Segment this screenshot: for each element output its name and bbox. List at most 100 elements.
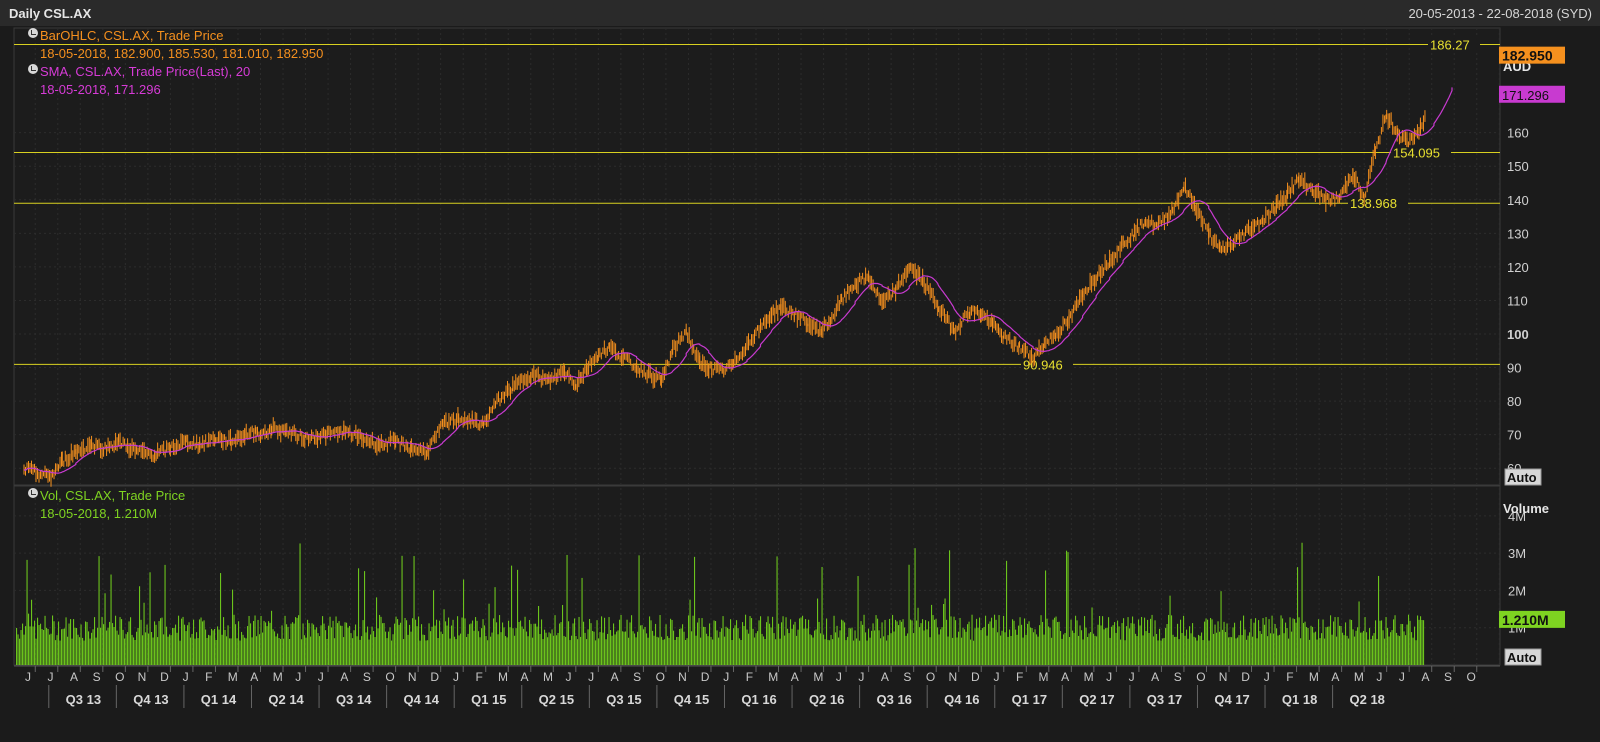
volume-bar bbox=[907, 633, 909, 665]
volume-bar bbox=[847, 636, 849, 665]
volume-bar bbox=[68, 623, 70, 665]
month-label: O bbox=[656, 670, 665, 684]
volume-bar bbox=[464, 618, 466, 665]
volume-bar bbox=[712, 639, 714, 665]
volume-bar bbox=[398, 624, 400, 665]
volume-bar bbox=[332, 620, 334, 665]
quarter-label: Q3 17 bbox=[1147, 692, 1182, 707]
chart-canvas[interactable]: 607080901001101201301401501601M2M3M4MVol… bbox=[0, 26, 1600, 742]
volume-bar bbox=[1046, 618, 1048, 665]
volume-bar bbox=[448, 617, 450, 665]
volume-bar bbox=[22, 623, 24, 665]
volume-bar bbox=[1196, 640, 1198, 665]
volume-bar bbox=[790, 619, 792, 665]
volume-bar bbox=[166, 626, 168, 665]
month-label: J bbox=[295, 670, 301, 684]
volume-bar bbox=[469, 624, 471, 665]
month-label: S bbox=[633, 670, 641, 684]
month-label: F bbox=[205, 670, 212, 684]
volume-bar bbox=[29, 626, 31, 665]
volume-bar bbox=[25, 626, 27, 665]
volume-bar bbox=[31, 599, 33, 665]
ohlc-legend-values: 18-05-2018, 182.900, 185.530, 181.010, 1… bbox=[40, 46, 324, 61]
volume-bar bbox=[565, 636, 567, 665]
volume-bar bbox=[1288, 638, 1290, 665]
quarter-label: Q1 14 bbox=[201, 692, 237, 707]
volume-bar bbox=[482, 619, 484, 665]
volume-bar bbox=[1220, 591, 1222, 665]
date-range[interactable]: 20-05-2013 - 22-08-2018 (SYD) bbox=[1408, 6, 1592, 21]
month-label: S bbox=[1444, 670, 1452, 684]
volume-bar bbox=[394, 623, 396, 665]
volume-bar bbox=[70, 619, 72, 665]
volume-bar bbox=[337, 623, 339, 665]
sma-legend-icon[interactable] bbox=[28, 64, 38, 74]
volume-bar bbox=[145, 632, 147, 665]
month-label: D bbox=[160, 670, 169, 684]
volume-bar bbox=[359, 639, 361, 665]
volume-bar bbox=[775, 639, 777, 665]
volume-bar bbox=[703, 626, 705, 665]
volume-bar bbox=[1186, 629, 1188, 665]
volume-bar bbox=[79, 637, 81, 665]
volume-bar bbox=[899, 620, 901, 665]
volume-bar bbox=[605, 639, 607, 665]
volume-bar bbox=[851, 627, 853, 665]
volume-bar bbox=[656, 636, 658, 665]
price-auto-button-label: Auto bbox=[1507, 470, 1537, 485]
volume-bar bbox=[385, 631, 387, 665]
volume-bar bbox=[1228, 637, 1230, 665]
volume-bar bbox=[1111, 626, 1113, 665]
volume-bar bbox=[503, 627, 505, 665]
vol-legend-icon[interactable] bbox=[28, 488, 38, 498]
volume-bar bbox=[532, 637, 534, 665]
volume-bar bbox=[1055, 616, 1057, 665]
volume-bar bbox=[608, 617, 610, 665]
volume-bar bbox=[577, 639, 579, 665]
volume-bar bbox=[455, 639, 457, 665]
volume-bar bbox=[925, 620, 927, 665]
volume-bar bbox=[1400, 623, 1402, 665]
volume-bar bbox=[976, 618, 978, 665]
volume-bar bbox=[190, 637, 192, 665]
volume-bar bbox=[320, 625, 322, 665]
volume-bar bbox=[751, 618, 753, 665]
volume-bar bbox=[392, 634, 394, 665]
volume-bar bbox=[133, 637, 135, 665]
volume-bar bbox=[1346, 635, 1348, 665]
volume-bar bbox=[776, 556, 778, 665]
volume-bar bbox=[155, 624, 157, 665]
volume-bar bbox=[1213, 633, 1215, 665]
volume-bar bbox=[254, 615, 256, 665]
hline-label: 90.946 bbox=[1023, 357, 1063, 372]
volume-bar bbox=[704, 626, 706, 665]
volume-bar bbox=[668, 637, 670, 665]
volume-bar bbox=[706, 633, 708, 665]
volume-bar bbox=[596, 620, 598, 665]
volume-bar bbox=[575, 636, 577, 665]
volume-bar bbox=[1061, 638, 1063, 665]
volume-bar bbox=[887, 635, 889, 665]
volume-bar bbox=[919, 627, 921, 665]
volume-bar bbox=[449, 638, 451, 665]
quarter-label: Q3 14 bbox=[336, 692, 372, 707]
volume-bar bbox=[410, 631, 412, 665]
volume-bar bbox=[302, 623, 304, 665]
volume-bar bbox=[244, 637, 246, 665]
volume-bar bbox=[560, 622, 562, 665]
volume-bar bbox=[1387, 627, 1389, 665]
volume-bar bbox=[698, 618, 700, 665]
ohlc-legend-icon[interactable] bbox=[28, 28, 38, 38]
volume-bar bbox=[857, 576, 859, 665]
volume-bar bbox=[727, 627, 729, 665]
volume-bar bbox=[1226, 623, 1228, 665]
volume-bar bbox=[1145, 631, 1147, 665]
volume-bar bbox=[602, 632, 604, 665]
volume-bar bbox=[1073, 632, 1075, 665]
volume-bar bbox=[556, 635, 558, 665]
volume-bar bbox=[1006, 560, 1008, 665]
volume-bar bbox=[352, 638, 354, 665]
volume-bar bbox=[554, 615, 556, 665]
volume-bar bbox=[1240, 620, 1242, 665]
month-label: F bbox=[475, 670, 482, 684]
